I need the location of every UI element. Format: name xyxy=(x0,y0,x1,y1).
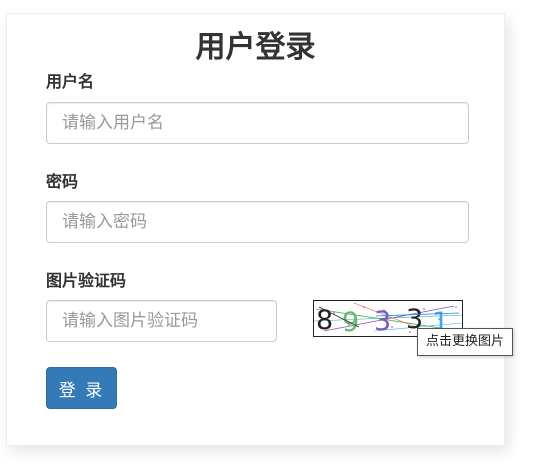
login-panel: 用户登录 用户名 密码 图片验证码 8 9 3 3 1 xyxy=(6,13,514,446)
username-label: 用户名 xyxy=(46,72,95,91)
password-label: 密码 xyxy=(46,172,79,191)
captcha-input[interactable] xyxy=(46,300,277,342)
captcha-label: 图片验证码 xyxy=(46,271,127,290)
captcha-char: 3 xyxy=(374,306,391,336)
login-button[interactable]: 登 录 xyxy=(46,367,117,409)
captcha-char: 9 xyxy=(342,307,359,336)
page-title: 用户登录 xyxy=(195,30,316,65)
username-input[interactable] xyxy=(46,102,469,144)
captcha-tooltip: 点击更换图片 xyxy=(417,328,514,356)
password-input[interactable] xyxy=(46,201,469,243)
